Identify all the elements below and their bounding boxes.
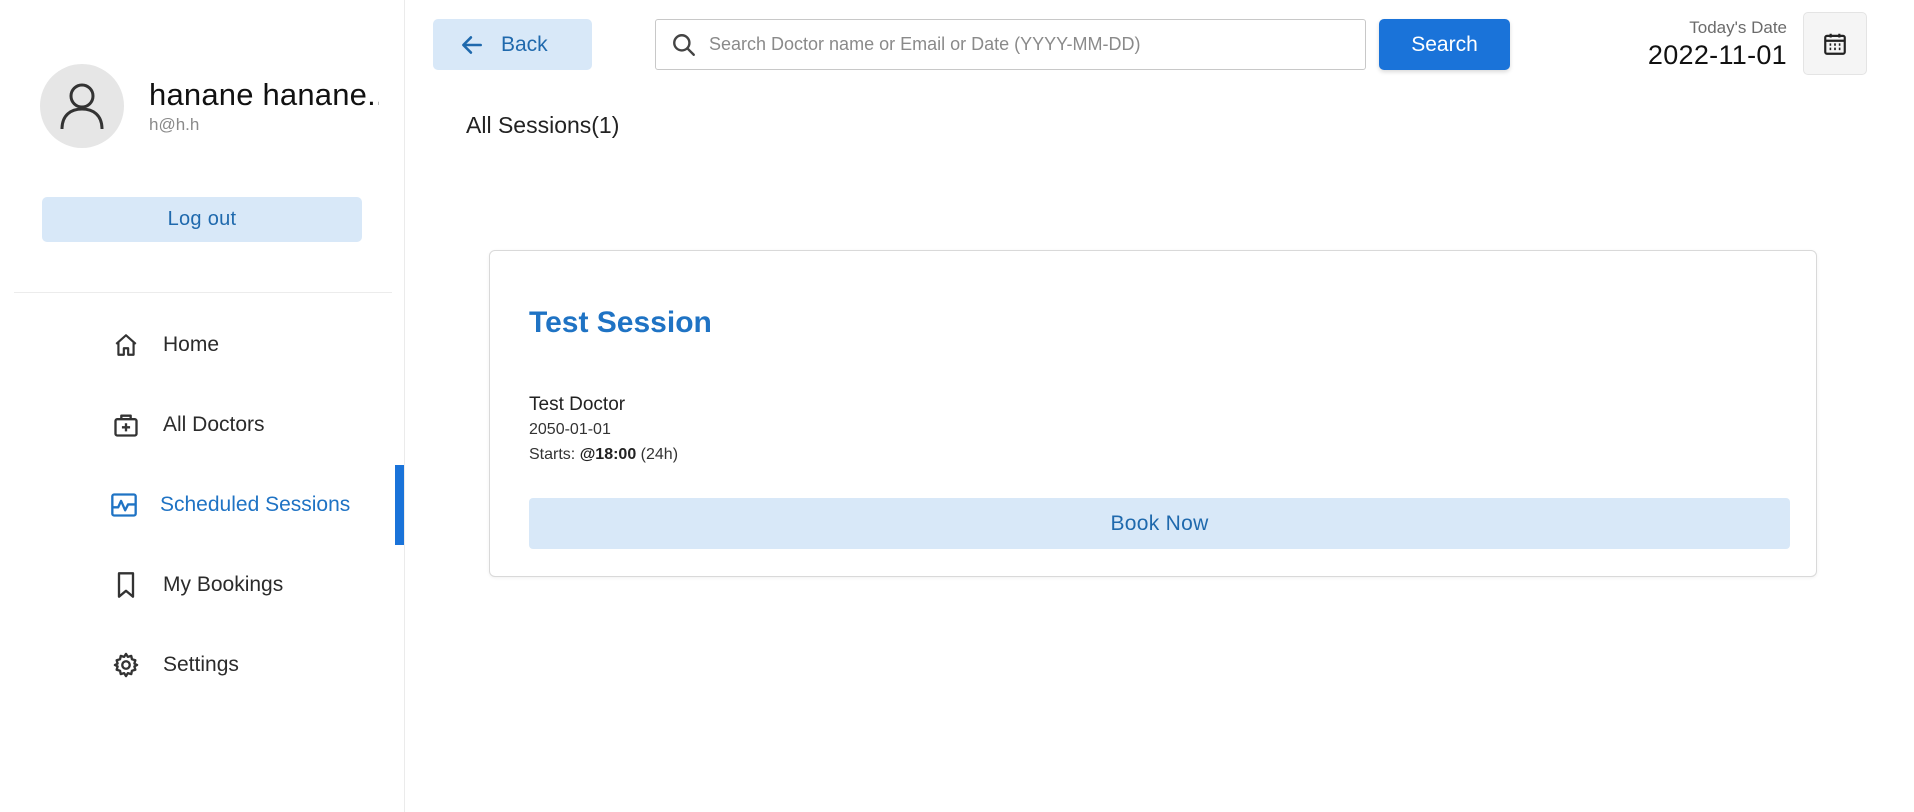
- sidebar-item-label: Settings: [163, 653, 239, 676]
- divider: [14, 292, 392, 293]
- app-root: hanane hanane.. h@h.h Log out Home All D…: [0, 0, 1914, 812]
- start-time: @18:00: [579, 446, 637, 463]
- start-prefix: Starts:: [529, 446, 576, 463]
- search-input[interactable]: [709, 34, 1349, 55]
- doctor-bag-icon: [112, 411, 140, 439]
- session-doctor: Test Doctor: [529, 394, 626, 415]
- session-start-time: Starts: @18:00 (24h): [529, 446, 678, 464]
- home-icon: [112, 331, 140, 359]
- sidebar-item-label: My Bookings: [163, 573, 284, 596]
- search-field: [655, 19, 1366, 70]
- page-title: All Sessions(1): [466, 112, 620, 138]
- back-button-label: Back: [501, 32, 548, 56]
- book-now-button[interactable]: Book Now: [529, 498, 1790, 549]
- calendar-icon: [1824, 33, 1846, 55]
- session-date: 2050-01-01: [529, 421, 611, 438]
- arrow-left-icon: [462, 35, 482, 54]
- sidebar: hanane hanane.. h@h.h Log out Home All D…: [0, 0, 405, 812]
- logout-button[interactable]: Log out: [42, 197, 362, 242]
- session-card: Test Session Test Doctor 2050-01-01 Star…: [489, 250, 1817, 577]
- session-title: Test Session: [529, 306, 712, 339]
- date-value: 2022-11-01: [1647, 40, 1787, 70]
- session-chart-icon: [110, 491, 138, 519]
- active-indicator: [395, 465, 404, 545]
- sidebar-item-home[interactable]: Home: [0, 305, 405, 385]
- avatar: [40, 64, 124, 148]
- calendar-button[interactable]: [1803, 12, 1867, 75]
- search-button[interactable]: Search: [1379, 19, 1510, 70]
- gear-icon: [112, 651, 140, 679]
- user-icon: [60, 83, 104, 130]
- sidebar-item-all-doctors[interactable]: All Doctors: [0, 385, 405, 465]
- today-date: Today's Date 2022-11-01: [1648, 18, 1787, 71]
- sidebar-item-scheduled-sessions[interactable]: Scheduled Sessions: [0, 465, 405, 545]
- search-icon: [673, 33, 695, 56]
- sidebar-item-label: Home: [163, 333, 220, 356]
- user-profile: hanane hanane.. h@h.h: [40, 64, 379, 148]
- profile-email: h@h.h: [149, 115, 200, 134]
- back-button[interactable]: Back: [433, 19, 592, 70]
- date-caption: Today's Date: [1689, 18, 1787, 37]
- sidebar-item-my-bookings[interactable]: My Bookings: [0, 545, 405, 625]
- sidebar-item-label: Scheduled Sessions: [160, 493, 351, 516]
- bookmark-icon: [112, 571, 140, 599]
- start-suffix: (24h): [640, 446, 679, 463]
- sidebar-item-settings[interactable]: Settings: [0, 625, 405, 705]
- profile-name: hanane hanane..: [149, 77, 379, 112]
- sidebar-item-label: All Doctors: [163, 413, 265, 436]
